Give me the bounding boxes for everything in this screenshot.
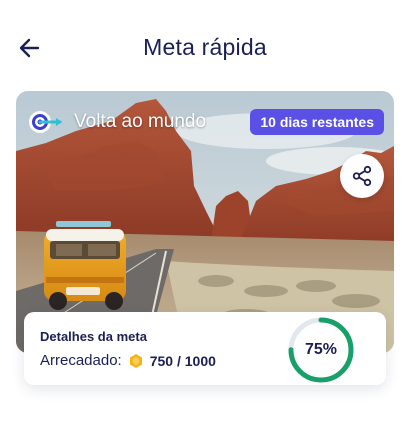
raised-value: 750 / 1000 (149, 352, 216, 369)
goal-name: Volta ao mundo (74, 111, 207, 132)
raised-row: Arrecadado: 750 / 1000 (40, 352, 216, 369)
share-icon (352, 165, 372, 187)
share-button[interactable] (340, 154, 384, 198)
page-title: Meta rápida (143, 34, 267, 60)
days-remaining-badge: 10 dias restantes (250, 109, 384, 135)
coin-icon (129, 353, 142, 368)
progress-percent: 75% (304, 341, 338, 358)
details-title: Detalhes da meta (40, 329, 147, 344)
target-arrow-icon (29, 111, 62, 133)
goal-label: Volta ao mundo (28, 109, 206, 135)
header: Meta rápida (0, 0, 410, 96)
raised-label: Arrecadado: (40, 352, 122, 369)
